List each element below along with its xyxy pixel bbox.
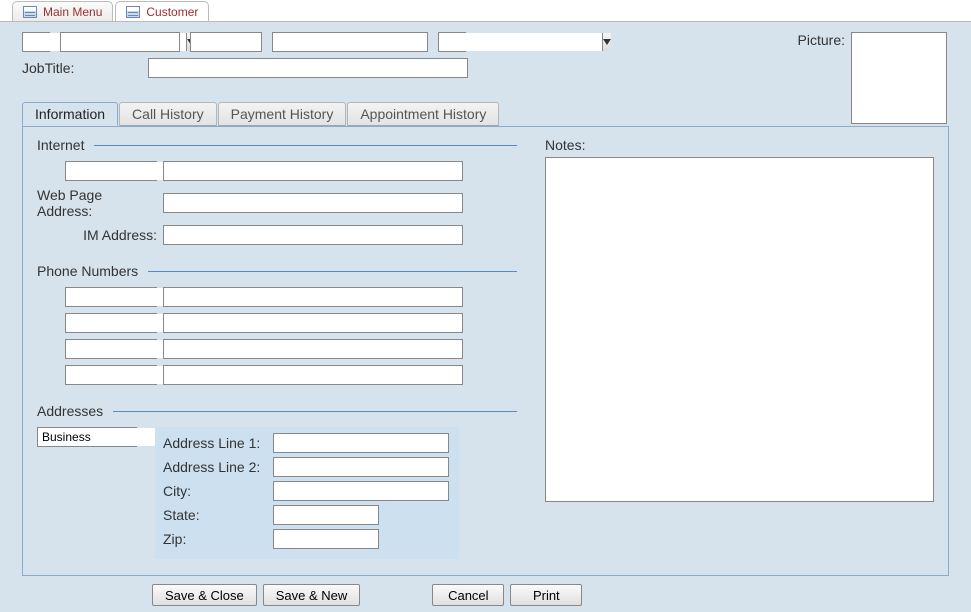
phone1-type-combo[interactable] bbox=[65, 287, 157, 307]
jobtitle-input[interactable] bbox=[148, 58, 468, 78]
addr-line1-label: Address Line 1: bbox=[163, 435, 265, 451]
email-type-combo[interactable] bbox=[65, 161, 157, 181]
suffix-combo-input[interactable] bbox=[439, 33, 602, 51]
addr-state-label: State: bbox=[163, 507, 265, 523]
cancel-button[interactable]: Cancel bbox=[432, 584, 504, 606]
web-label: Web Page Address: bbox=[37, 187, 157, 219]
phone3-type-combo[interactable] bbox=[65, 339, 157, 359]
tab-panel-information: Internet Web Page Address: bbox=[22, 126, 949, 576]
phone1-input[interactable] bbox=[163, 287, 463, 307]
notes-textarea[interactable] bbox=[545, 157, 934, 502]
im-input[interactable] bbox=[163, 225, 463, 245]
address-type-combo[interactable] bbox=[37, 427, 137, 447]
addr-city-input[interactable] bbox=[273, 481, 449, 501]
addr-line2-input[interactable] bbox=[273, 457, 449, 477]
group-title-addresses: Addresses bbox=[37, 403, 103, 419]
last-name-input[interactable] bbox=[272, 32, 428, 52]
addr-state-input[interactable] bbox=[273, 505, 379, 525]
print-button[interactable]: Print bbox=[510, 584, 582, 606]
phone4-input[interactable] bbox=[163, 365, 463, 385]
tab-payment-history[interactable]: Payment History bbox=[218, 102, 347, 126]
form-canvas: Picture: JobTitle: Information Call Hist… bbox=[0, 22, 971, 612]
addr-zip-label: Zip: bbox=[163, 531, 265, 547]
object-tab-customer[interactable]: Customer bbox=[115, 1, 209, 21]
tab-appointment-history[interactable]: Appointment History bbox=[347, 102, 499, 126]
divider bbox=[113, 411, 517, 412]
middle-input[interactable] bbox=[190, 32, 262, 52]
address-panel: Address Line 1: Address Line 2: City: St… bbox=[155, 427, 459, 559]
phone2-type-combo[interactable] bbox=[65, 313, 157, 333]
spacer bbox=[366, 584, 426, 606]
im-label: IM Address: bbox=[83, 227, 157, 243]
form-icon bbox=[23, 6, 37, 18]
web-input[interactable] bbox=[163, 193, 463, 213]
picture-box[interactable] bbox=[851, 32, 947, 124]
tab-information[interactable]: Information bbox=[22, 102, 118, 126]
button-bar: Save & Close Save & New Cancel Print bbox=[22, 584, 949, 606]
suffix-combo[interactable] bbox=[438, 32, 466, 52]
divider bbox=[148, 271, 517, 272]
addr-city-label: City: bbox=[163, 483, 265, 499]
object-tab-label: Customer bbox=[146, 5, 198, 19]
group-phone: Phone Numbers bbox=[37, 263, 517, 385]
addr-zip-input[interactable] bbox=[273, 529, 379, 549]
notes-label: Notes: bbox=[545, 137, 934, 153]
tab-call-history[interactable]: Call History bbox=[119, 102, 217, 126]
picture-label: Picture: bbox=[798, 32, 845, 48]
group-addresses: Addresses Address Line 1: Address Line 2… bbox=[37, 403, 517, 559]
addr-line1-input[interactable] bbox=[273, 433, 449, 453]
title-combo[interactable] bbox=[22, 32, 50, 52]
phone3-input[interactable] bbox=[163, 339, 463, 359]
divider bbox=[94, 145, 517, 146]
chevron-down-icon[interactable] bbox=[602, 33, 611, 51]
phone4-type-combo[interactable] bbox=[65, 365, 157, 385]
group-title-phone: Phone Numbers bbox=[37, 263, 138, 279]
object-tab-main-menu[interactable]: Main Menu bbox=[12, 1, 113, 21]
form-icon bbox=[126, 6, 140, 18]
object-tab-label: Main Menu bbox=[43, 5, 102, 19]
picture-block: Picture: bbox=[798, 32, 947, 124]
object-tab-bar: Main Menu Customer bbox=[0, 0, 971, 22]
email-input[interactable] bbox=[163, 161, 463, 181]
save-new-button[interactable]: Save & New bbox=[263, 584, 361, 606]
group-title-internet: Internet bbox=[37, 137, 84, 153]
first-name-input[interactable] bbox=[60, 32, 180, 52]
addr-line2-label: Address Line 2: bbox=[163, 459, 265, 475]
phone2-input[interactable] bbox=[163, 313, 463, 333]
jobtitle-label: JobTitle: bbox=[22, 60, 142, 76]
group-internet: Internet Web Page Address: bbox=[37, 137, 517, 245]
save-close-button[interactable]: Save & Close bbox=[152, 584, 257, 606]
